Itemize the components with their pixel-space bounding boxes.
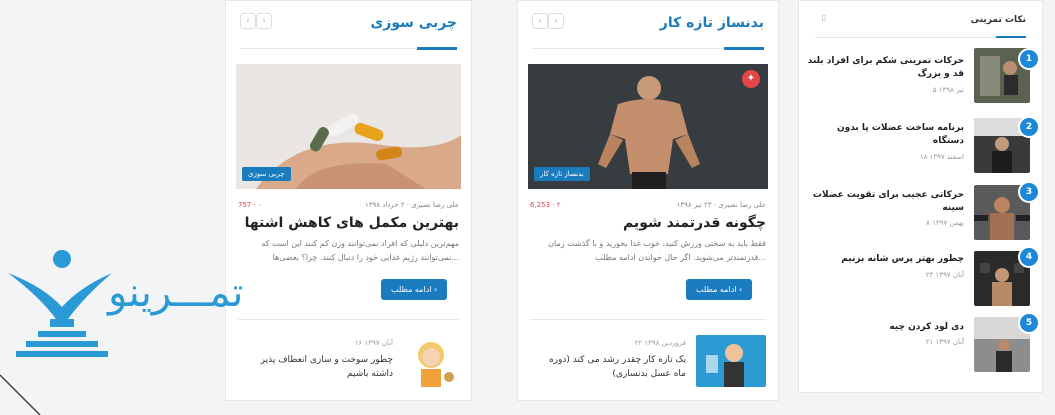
featured-image[interactable]: چربی سوزی: [236, 64, 461, 189]
next-arrow-icon[interactable]: ›: [256, 13, 272, 29]
sidebar-title: نکات تمرینی: [970, 15, 1026, 25]
read-more-button[interactable]: ادامه مطلب ‹: [686, 279, 753, 300]
post-stats: 757 · ۰: [238, 201, 262, 209]
next-arrow-icon[interactable]: ›: [548, 13, 564, 29]
logo-arc: [0, 374, 41, 415]
small-title[interactable]: یک تازه کار چقدر رشد می کند (دوره ماه عس…: [536, 353, 686, 381]
sidebar-item-date: ۸ بهمن ۱۳۹۷: [926, 219, 964, 227]
sidebar-underline: [996, 36, 1026, 38]
rank-badge-5: 5: [1018, 312, 1040, 334]
sidebar-card: نکات تمرینی ▯ 1 حرکات تمرینی شکم برای اف…: [798, 0, 1043, 393]
section-underline: [724, 47, 764, 50]
sidebar-item-date: ۲۱ آبان ۱۳۹۷: [925, 338, 964, 346]
small-thumb[interactable]: [696, 335, 766, 387]
category-badge[interactable]: بدنساز تازه کار: [534, 167, 590, 181]
tamrino-logo: تمـــرینو: [0, 235, 244, 415]
rank-badge-4: 4: [1018, 246, 1040, 268]
logo-text: تمـــرینو: [108, 270, 244, 316]
post-excerpt: فقط باید به سختی ورزش کنید، خوب غذا بخور…: [548, 239, 766, 262]
prev-arrow-icon[interactable]: ‹: [532, 13, 548, 29]
small-date: ۱۶ آبان ۱۳۹۷: [354, 339, 393, 347]
post-meta: علی رضا نصیری · ۲ خرداد ۱۳۹۸: [364, 201, 459, 209]
small-date: ۲۲ فروردین ۱۳۹۸: [634, 339, 686, 347]
read-more-button[interactable]: ادامه مطلب ‹: [381, 279, 448, 300]
sidebar-item-date: ۵ تیر ۱۳۹۸: [932, 86, 964, 94]
post-meta: علی رضا نصیری · ۲۳ تیر ۱۳۹۸: [676, 201, 766, 209]
post-title[interactable]: چگونه قدرتمند شویم: [623, 215, 766, 231]
post-excerpt: مهم‌ترین دلیلی که افراد نمی‌توانند وزن ک…: [261, 239, 459, 262]
sidebar-item-title[interactable]: چطور بهتر پرس شانه بزنیم: [804, 253, 964, 266]
sidebar-divider: [815, 37, 1026, 38]
section-title[interactable]: بدنساز تازه کار: [660, 15, 764, 31]
rank-badge-1: 1: [1018, 48, 1040, 70]
prev-arrow-icon[interactable]: ‹: [240, 13, 256, 29]
featured-image[interactable]: ✦ بدنساز تازه کار: [528, 64, 768, 189]
small-thumb[interactable]: [403, 333, 459, 389]
rank-badge-3: 3: [1018, 181, 1040, 203]
logo-mark-icon: [8, 250, 112, 357]
middle-column-card: بدنساز تازه کار ‹ › ✦ بدنساز تازه کار عل…: [517, 0, 779, 401]
section-underline: [417, 47, 457, 50]
sidebar-item-title[interactable]: دی لود کردن چیه: [804, 321, 964, 334]
read-more-label: ادامه مطلب: [391, 285, 432, 294]
sidebar-item-date: ۲۴ آبان ۱۳۹۷: [925, 271, 964, 279]
rank-badge-2: 2: [1018, 116, 1040, 138]
list-separator: [530, 319, 766, 320]
sidebar-item-title[interactable]: حرکاتی عجیب برای تقویت عضلات سینه: [804, 189, 964, 215]
read-more-label: ادامه مطلب: [696, 285, 737, 294]
doc-icon[interactable]: ▯: [817, 11, 831, 25]
sidebar-item-date: ۱۸ اسفند ۱۳۹۷: [919, 153, 964, 161]
sidebar-item-title[interactable]: برنامه ساخت عضلات پا بدون دستگاه: [804, 122, 964, 148]
cartoon-girl-photo: [403, 333, 459, 389]
left-column-card: چربی سوزی ‹ › چربی سوزی علی رضا نصیری · …: [225, 0, 472, 401]
list-separator: [238, 319, 459, 320]
hot-icon: ✦: [742, 70, 760, 88]
section-title[interactable]: چربی سوزی: [370, 15, 457, 31]
post-title[interactable]: بهترین مکمل های کاهش اشتها: [245, 215, 459, 231]
small-title[interactable]: چطور سوخت و سازی انعطاف پذیر داشته باشیم: [253, 353, 393, 381]
post-stats: 6,253 · ۲: [530, 201, 561, 209]
cartoon-man-photo: [696, 335, 766, 387]
sidebar-item-title[interactable]: حرکات تمرینی شکم برای افراد بلند قد و بز…: [804, 55, 964, 81]
category-badge[interactable]: چربی سوزی: [242, 167, 291, 181]
